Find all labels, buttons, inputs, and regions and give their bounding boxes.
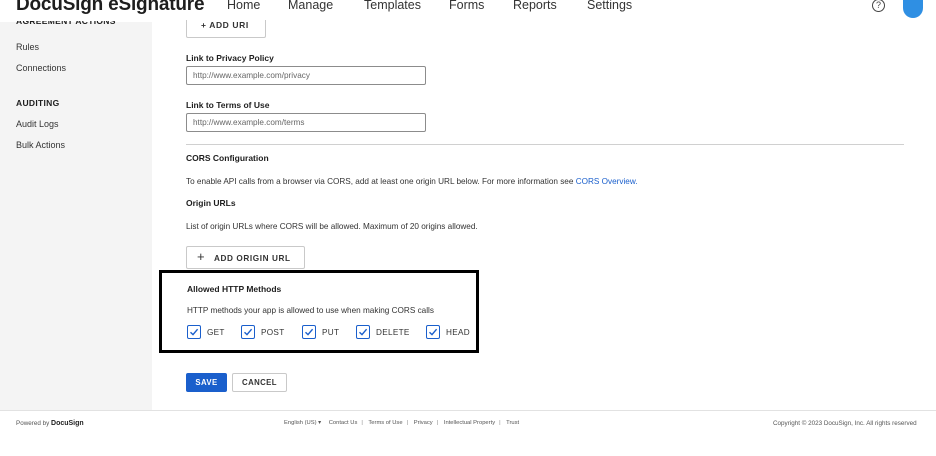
language-selector[interactable]: English (US) ▾ [284,420,321,426]
privacy-policy-placeholder: http://www.example.com/privacy [193,71,310,80]
post-label: POST [261,328,285,337]
privacy-policy-input[interactable]: http://www.example.com/privacy [186,66,426,85]
checkmark-icon [244,328,253,336]
add-uri-button[interactable]: + ADD URI [186,20,266,38]
nav-manage[interactable]: Manage [288,0,333,12]
post-checkbox[interactable] [241,325,255,339]
terms-of-use-input[interactable]: http://www.example.com/terms [186,113,426,132]
save-button[interactable]: SAVE [186,373,227,392]
nav-templates[interactable]: Templates [364,0,421,12]
sidebar-item-bulk-actions[interactable]: Bulk Actions [16,140,65,150]
footer-link-contact[interactable]: Contact Us [329,420,358,426]
checkmark-icon [190,328,199,336]
origin-urls-description: List of origin URLs where CORS will be a… [186,222,478,231]
checkmark-icon [359,328,368,336]
main-content: + ADD URI Link to Privacy Policy http://… [152,20,936,410]
terms-of-use-placeholder: http://www.example.com/terms [193,118,305,127]
allowed-http-methods-panel: Allowed HTTP Methods HTTP methods your a… [159,270,479,353]
footer-link-privacy[interactable]: Privacy [414,420,433,426]
allowed-http-methods-heading: Allowed HTTP Methods [187,284,282,294]
plus-icon: + [197,249,205,264]
cors-description: To enable API calls from a browser via C… [186,177,638,186]
footer-links: English (US) ▾ Contact Us | Terms of Use |… [284,420,520,426]
terms-of-use-label: Link to Terms of Use [186,100,270,110]
footer-link-trust[interactable]: Trust [506,420,519,426]
sidebar: AGREEMENT ACTIONS Rules Connections AUDI… [0,21,152,410]
nav-forms[interactable]: Forms [449,0,484,12]
top-nav: DocuSign eSignature Home Manage Template… [0,0,936,22]
powered-by-text: Powered by [16,420,50,427]
cors-description-text: To enable API calls from a browser via C… [186,177,574,186]
put-label: PUT [322,328,340,337]
get-label: GET [207,328,225,337]
copyright: Copyright © 2023 DocuSign, Inc. All righ… [773,420,917,427]
head-checkbox[interactable] [426,325,440,339]
cors-overview-link[interactable]: CORS Overview. [576,177,638,186]
allowed-http-methods-description: HTTP methods your app is allowed to use … [187,306,434,315]
delete-checkbox[interactable] [356,325,370,339]
footer-link-ip[interactable]: Intellectual Property [444,420,495,426]
add-origin-url-label: ADD ORIGIN URL [214,254,291,263]
delete-label: DELETE [376,328,410,337]
footer-link-terms[interactable]: Terms of Use [368,420,402,426]
powered-by-brand: DocuSign [51,420,84,427]
nav-home[interactable]: Home [227,0,260,12]
sidebar-item-audit-logs[interactable]: Audit Logs [16,119,59,129]
section-divider [186,144,904,145]
head-label: HEAD [446,328,470,337]
add-origin-url-button[interactable]: + ADD ORIGIN URL [186,246,305,269]
sidebar-item-rules[interactable]: Rules [16,42,39,52]
powered-by: Powered by DocuSign [16,420,84,427]
user-avatar-icon[interactable] [903,0,923,18]
privacy-policy-label: Link to Privacy Policy [186,53,274,63]
sidebar-item-connections[interactable]: Connections [16,63,66,73]
cors-heading: CORS Configuration [186,153,269,163]
put-checkbox[interactable] [302,325,316,339]
nav-reports[interactable]: Reports [513,0,557,12]
origin-urls-heading: Origin URLs [186,198,236,208]
sidebar-heading-agreement-actions: AGREEMENT ACTIONS [16,21,116,26]
add-uri-label: + ADD URI [201,20,249,30]
checkmark-icon [305,328,314,336]
get-checkbox[interactable] [187,325,201,339]
nav-settings[interactable]: Settings [587,0,632,12]
checkmark-icon [429,328,438,336]
brand-logo[interactable]: DocuSign eSignature [16,0,205,16]
footer: Powered by DocuSign English (US) ▾ Conta… [0,410,936,456]
help-circle-icon[interactable]: ? [872,0,885,12]
cancel-button[interactable]: CANCEL [232,373,287,392]
sidebar-heading-auditing: AUDITING [16,98,60,108]
